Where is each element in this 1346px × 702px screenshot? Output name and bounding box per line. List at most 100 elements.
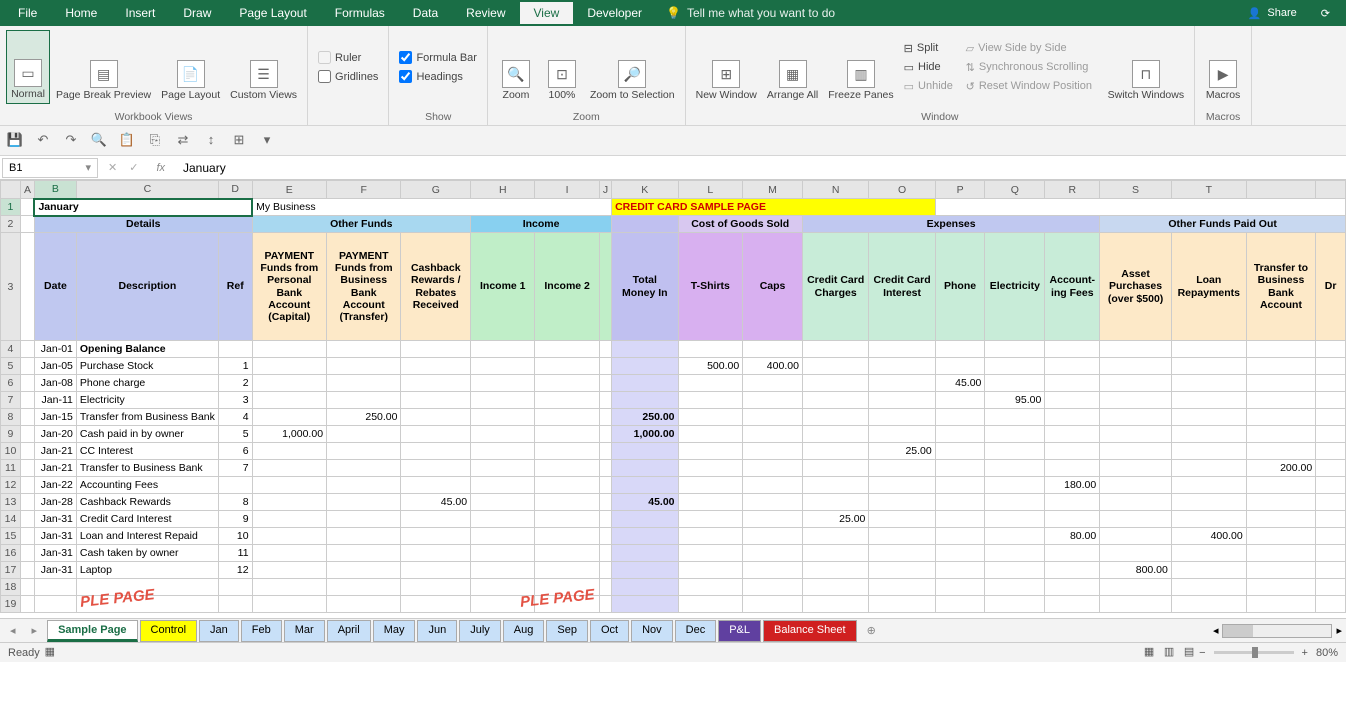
cell[interactable]: My Business <box>252 199 612 216</box>
col-header[interactable]: J <box>599 181 611 199</box>
qat-icon[interactable]: ⇄ <box>174 132 192 150</box>
row-header[interactable]: 2 <box>1 216 21 233</box>
qat-icon[interactable]: ▾ <box>258 132 276 150</box>
sheet-tab[interactable]: July <box>459 620 501 642</box>
sheet-tab[interactable]: Jun <box>417 620 457 642</box>
unhide-button[interactable]: ▭ Unhide <box>900 78 960 95</box>
col-header[interactable]: R <box>1045 181 1100 199</box>
col-header[interactable]: C <box>76 181 218 199</box>
paste-icon[interactable]: 📋 <box>118 132 136 150</box>
row-header[interactable]: 10 <box>1 443 21 460</box>
zoom-100-button[interactable]: ⊡100% <box>540 30 584 104</box>
hscrollbar[interactable] <box>1222 624 1332 638</box>
scroll-left-icon[interactable]: ◂ <box>1213 624 1219 637</box>
menu-tab-draw[interactable]: Draw <box>169 2 225 24</box>
sheet-tab[interactable]: Aug <box>503 620 545 642</box>
sheet-nav-prev-icon[interactable]: ◂ <box>4 624 22 637</box>
sheet-tab[interactable]: P&L <box>718 620 761 642</box>
row-header[interactable]: 8 <box>1 409 21 426</box>
print-preview-icon[interactable]: 🔍 <box>90 132 108 150</box>
worksheet-grid[interactable]: ABCDEFGHIJKLMNOPQRST1JanuaryMy BusinessC… <box>0 180 1346 618</box>
sheet-nav-next-icon[interactable]: ▸ <box>26 624 44 637</box>
row-header[interactable]: 1 <box>1 199 21 216</box>
sheet-tab[interactable]: April <box>327 620 371 642</box>
row-header[interactable]: 11 <box>1 460 21 477</box>
col-header[interactable]: F <box>327 181 401 199</box>
split-button[interactable]: ⊟ Split <box>900 40 960 57</box>
col-header[interactable]: G <box>401 181 471 199</box>
menu-tab-view[interactable]: View <box>520 2 574 24</box>
col-header[interactable] <box>1316 181 1346 199</box>
gridlines-checkbox[interactable]: Gridlines <box>314 68 382 85</box>
col-header[interactable]: M <box>743 181 803 199</box>
col-header[interactable]: D <box>218 181 252 199</box>
page-break-button[interactable]: ▤Page Break Preview <box>52 30 155 104</box>
sheet-tab[interactable]: May <box>373 620 416 642</box>
sheet-tab[interactable]: Sep <box>546 620 588 642</box>
redo-icon[interactable]: ↷ <box>62 132 80 150</box>
sheet-tab[interactable]: Jan <box>199 620 239 642</box>
custom-views-button[interactable]: ☰Custom Views <box>226 30 301 104</box>
name-box[interactable]: B1▾ <box>2 158 98 178</box>
share-button[interactable]: 👤 Share <box>1236 3 1309 24</box>
row-header[interactable]: 18 <box>1 579 21 596</box>
col-header[interactable]: Q <box>985 181 1045 199</box>
enter-icon[interactable]: ✓ <box>129 161 138 174</box>
undo-icon[interactable]: ↶ <box>34 132 52 150</box>
menu-tab-page-layout[interactable]: Page Layout <box>225 2 320 24</box>
sheet-tab[interactable]: Sample Page <box>47 620 137 642</box>
arrange-all-button[interactable]: ▦Arrange All <box>763 30 822 104</box>
cancel-icon[interactable]: ✕ <box>108 161 117 174</box>
sheet-tab[interactable]: Nov <box>631 620 673 642</box>
qat-icon[interactable]: ⎘ <box>146 132 164 150</box>
col-header[interactable]: B <box>34 181 76 199</box>
col-header[interactable]: P <box>935 181 985 199</box>
new-sheet-icon[interactable]: ⊕ <box>861 624 882 637</box>
col-header[interactable]: H <box>471 181 535 199</box>
row-header[interactable]: 13 <box>1 494 21 511</box>
ribbon-collapse-icon[interactable]: ⟳ <box>1309 3 1342 24</box>
zoom-button[interactable]: 🔍Zoom <box>494 30 538 104</box>
row-header[interactable]: 16 <box>1 545 21 562</box>
sheet-tab[interactable]: Feb <box>241 620 282 642</box>
col-header[interactable]: I <box>535 181 599 199</box>
page-layout-button[interactable]: 📄Page Layout <box>157 30 224 104</box>
row-header[interactable]: 6 <box>1 375 21 392</box>
zoom-slider[interactable] <box>1214 651 1294 654</box>
menu-tab-data[interactable]: Data <box>399 2 452 24</box>
switch-windows-button[interactable]: ⊓Switch Windows <box>1104 30 1188 104</box>
cell-month[interactable]: January <box>34 199 252 216</box>
qat-icon[interactable]: ⊞ <box>230 132 248 150</box>
tell-me[interactable]: 💡 Tell me what you want to do <box>656 2 845 24</box>
zoom-out-icon[interactable]: − <box>1199 647 1205 659</box>
col-header[interactable]: S <box>1100 181 1172 199</box>
col-header[interactable] <box>1246 181 1316 199</box>
page-break-view-icon[interactable]: ▤ <box>1179 645 1199 661</box>
row-header[interactable]: 3 <box>1 233 21 341</box>
page-layout-view-icon[interactable]: ▥ <box>1159 645 1179 661</box>
row-header[interactable]: 7 <box>1 392 21 409</box>
cell[interactable]: CREDIT CARD SAMPLE PAGE <box>612 199 936 216</box>
macros-button[interactable]: ▶Macros <box>1201 30 1245 104</box>
new-window-button[interactable]: ⊞New Window <box>692 30 761 104</box>
formula-input[interactable] <box>175 161 1346 175</box>
row-header[interactable]: 5 <box>1 358 21 375</box>
col-header[interactable]: E <box>252 181 326 199</box>
row-header[interactable]: 9 <box>1 426 21 443</box>
macro-record-icon[interactable]: ▦ <box>40 645 60 661</box>
sheet-tab[interactable]: Mar <box>284 620 325 642</box>
zoom-in-icon[interactable]: + <box>1302 647 1308 659</box>
col-header[interactable]: A <box>20 181 34 199</box>
menu-tab-file[interactable]: File <box>4 2 51 24</box>
menu-tab-developer[interactable]: Developer <box>573 2 656 24</box>
menu-tab-home[interactable]: Home <box>51 2 111 24</box>
qat-icon[interactable]: ↕ <box>202 132 220 150</box>
col-header[interactable]: T <box>1171 181 1246 199</box>
zoom-level[interactable]: 80% <box>1316 647 1338 659</box>
freeze-panes-button[interactable]: ▥Freeze Panes <box>824 30 897 104</box>
col-header[interactable]: N <box>802 181 868 199</box>
row-header[interactable]: 12 <box>1 477 21 494</box>
formula-bar-checkbox[interactable]: Formula Bar <box>395 49 481 66</box>
sheet-tab[interactable]: Oct <box>590 620 629 642</box>
col-header[interactable]: O <box>869 181 935 199</box>
